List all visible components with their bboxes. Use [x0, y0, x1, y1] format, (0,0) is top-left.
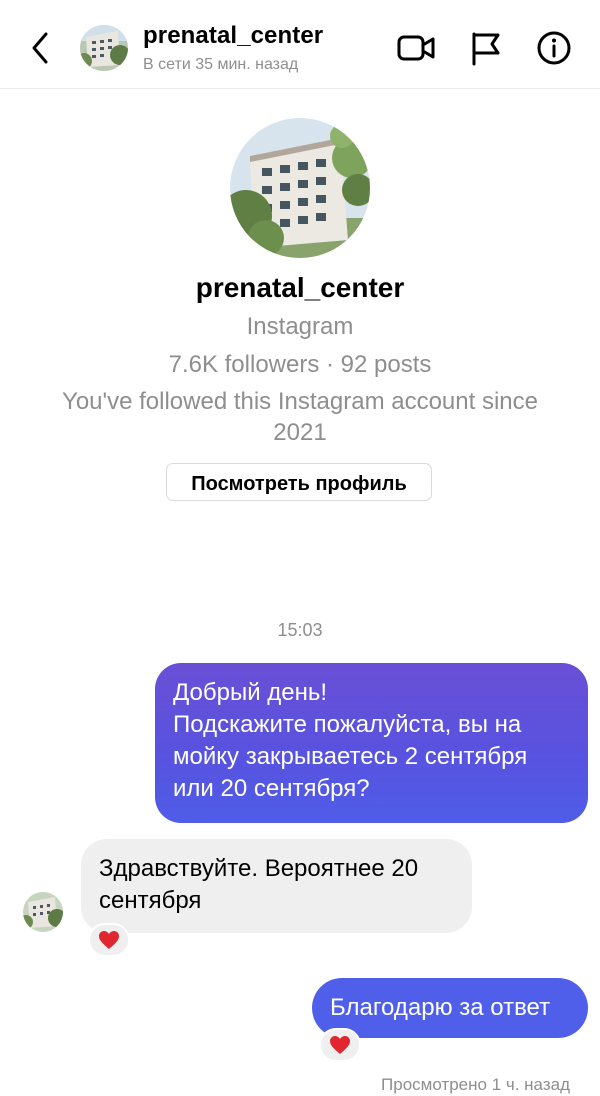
- profile-stats: 7.6K followers · 92 posts: [168, 351, 432, 378]
- heart-icon: [99, 931, 119, 949]
- online-status: В сети 35 мин. назад: [143, 56, 299, 73]
- message-text: Добрый день! Подскажите пожалуйста, вы н…: [173, 679, 528, 802]
- chat-header: prenatal_center В сети 35 мин. назад: [0, 0, 600, 89]
- video-call-icon[interactable]: [396, 28, 436, 68]
- flag-icon[interactable]: [466, 28, 506, 68]
- view-profile-button[interactable]: Посмотреть профиль: [166, 463, 432, 501]
- message-text: Здравствуйте. Вероятнее 20 сентября: [99, 855, 419, 914]
- heart-reaction[interactable]: [319, 1028, 361, 1062]
- info-icon[interactable]: [534, 28, 574, 68]
- sender-avatar[interactable]: [23, 892, 63, 932]
- heart-icon: [330, 1036, 350, 1054]
- outgoing-message[interactable]: Добрый день! Подскажите пожалуйста, вы н…: [155, 663, 588, 823]
- header-username[interactable]: prenatal_center: [143, 22, 323, 50]
- incoming-message[interactable]: Здравствуйте. Вероятнее 20 сентября: [81, 839, 472, 933]
- profile-platform: Instagram: [246, 313, 354, 340]
- heart-reaction[interactable]: [88, 923, 130, 957]
- profile-followed-since: You've followed this Instagram account s…: [62, 388, 538, 446]
- seen-status: Просмотрено 1 ч. назад: [381, 1075, 570, 1094]
- message-timestamp: 15:03: [277, 620, 323, 640]
- outgoing-message[interactable]: Благодарю за ответ: [312, 978, 588, 1038]
- profile-username: prenatal_center: [195, 272, 405, 303]
- header-avatar[interactable]: [80, 25, 128, 71]
- back-chevron-icon[interactable]: [24, 26, 58, 70]
- message-text: Благодарю за ответ: [330, 994, 551, 1021]
- profile-avatar[interactable]: [230, 118, 370, 258]
